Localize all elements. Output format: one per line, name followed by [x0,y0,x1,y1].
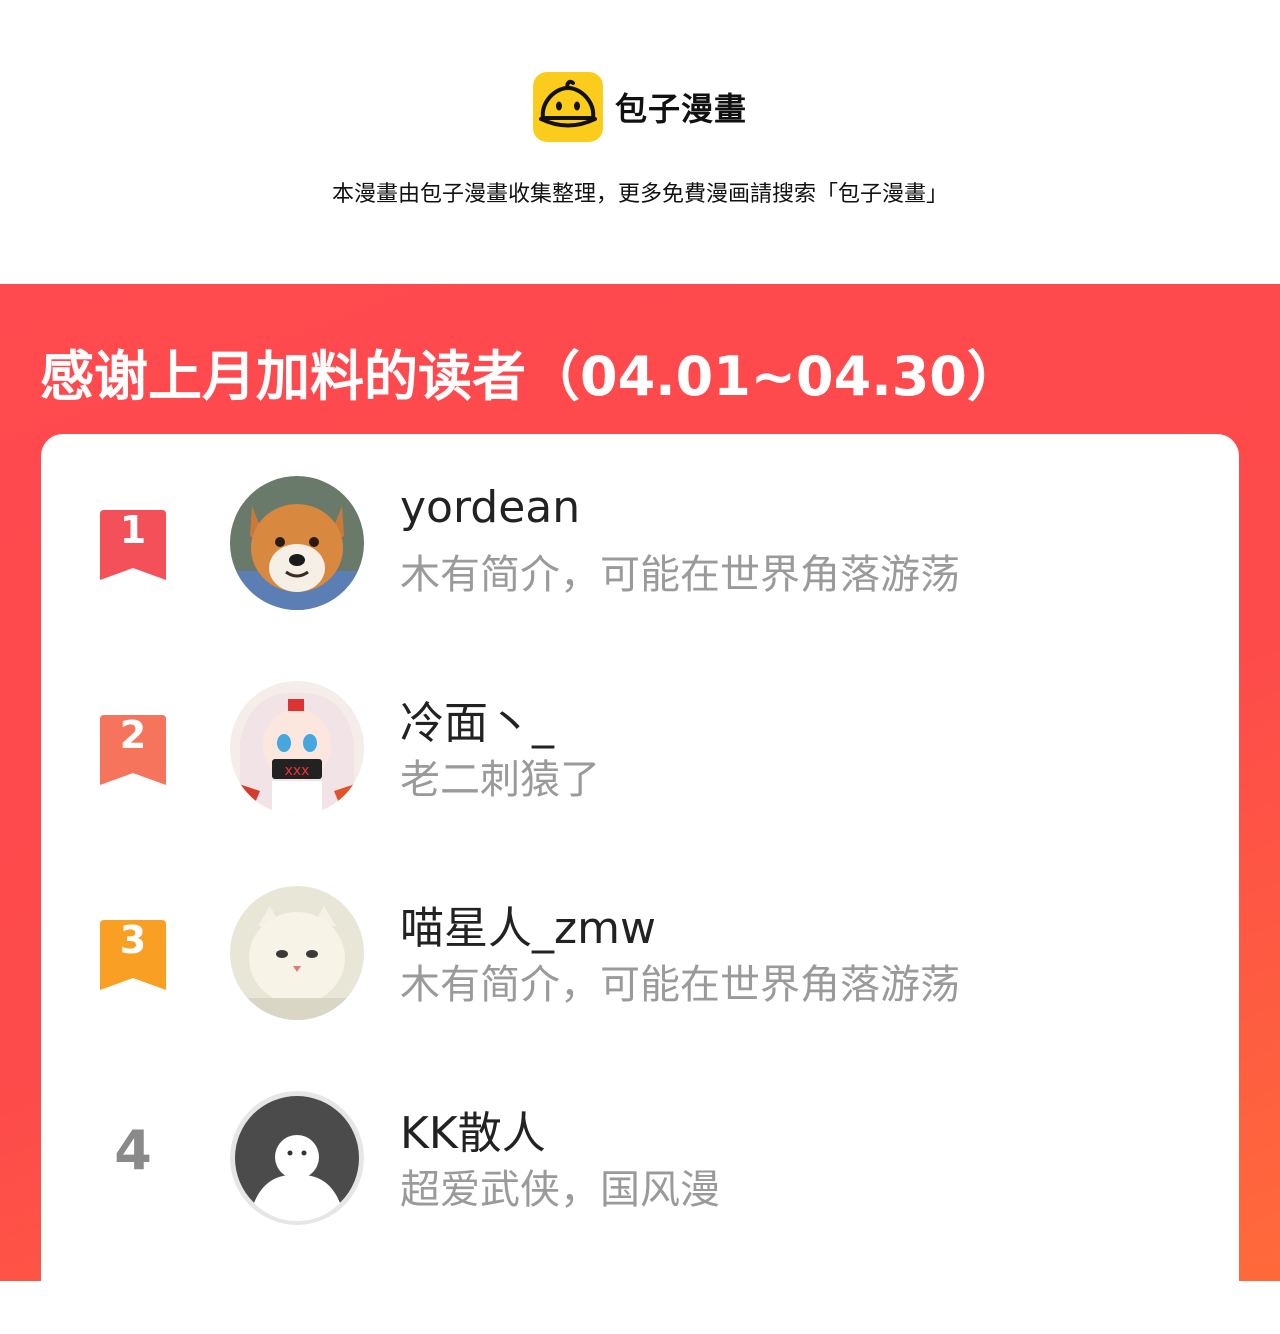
reader-row[interactable]: 2 xxx 冷面丶_ 老二刺猿了 [41,679,1239,819]
rank-number: 3 [119,918,147,962]
rank-badge-1: 1 [98,508,168,584]
reader-bio: 木有简介，可能在世界角落游荡 [400,962,960,1008]
rank-number: 2 [119,713,147,757]
rank-badge-3: 3 [98,918,168,994]
default-user-avatar[interactable] [230,1091,364,1225]
reader-row[interactable]: 4 KK散人 超爱武侠，国风漫 [41,1089,1239,1229]
reader-name: KK散人 [400,1108,546,1159]
reader-bio: 木有简介，可能在世界角落游荡 [400,552,960,598]
reader-row[interactable]: 1 yordean 木有简介，可能在世界角落游荡 [41,474,1239,614]
reader-list-card: 1 yordean 木有简介，可能在世界角落游荡 2 xxx 冷面丶_ 老二刺猿… [41,434,1239,1334]
rank-number: 4 [114,1119,152,1182]
shiba-dog-avatar[interactable] [230,476,364,610]
brand-tagline: 本漫畫由包子漫畫收集整理，更多免費漫画請搜索「包子漫畫」 [331,182,948,207]
thanks-panel: 感谢上月加料的读者（04.01~04.30） 1 yordean 木有简介，可能… [0,284,1280,1334]
brand-header: 包子漫畫 本漫畫由包子漫畫收集整理，更多免費漫画請搜索「包子漫畫」 [0,0,1280,284]
logo-row: 包子漫畫 [0,72,1280,142]
reader-name: 冷面丶_ [400,698,554,749]
svg-text:xxx: xxx [285,763,310,779]
reader-bio: 超爱武侠，国风漫 [400,1167,720,1213]
white-kitten-avatar[interactable] [230,886,364,1020]
reader-name: 喵星人_zmw [400,903,656,954]
bun-logo-icon [532,72,603,142]
reader-row[interactable]: 3 喵星人_zmw 木有简介，可能在世界角落游荡 [41,884,1239,1024]
reader-name: yordean [400,482,581,533]
rank-number: 1 [119,508,147,552]
reader-bio: 老二刺猿了 [400,757,600,803]
panel-title: 感谢上月加料的读者（04.01~04.30） [40,345,1021,408]
anime-girl-avatar[interactable]: xxx [230,681,364,815]
rank-badge-2: 2 [98,713,168,789]
brand-name: 包子漫畫 [614,90,747,128]
